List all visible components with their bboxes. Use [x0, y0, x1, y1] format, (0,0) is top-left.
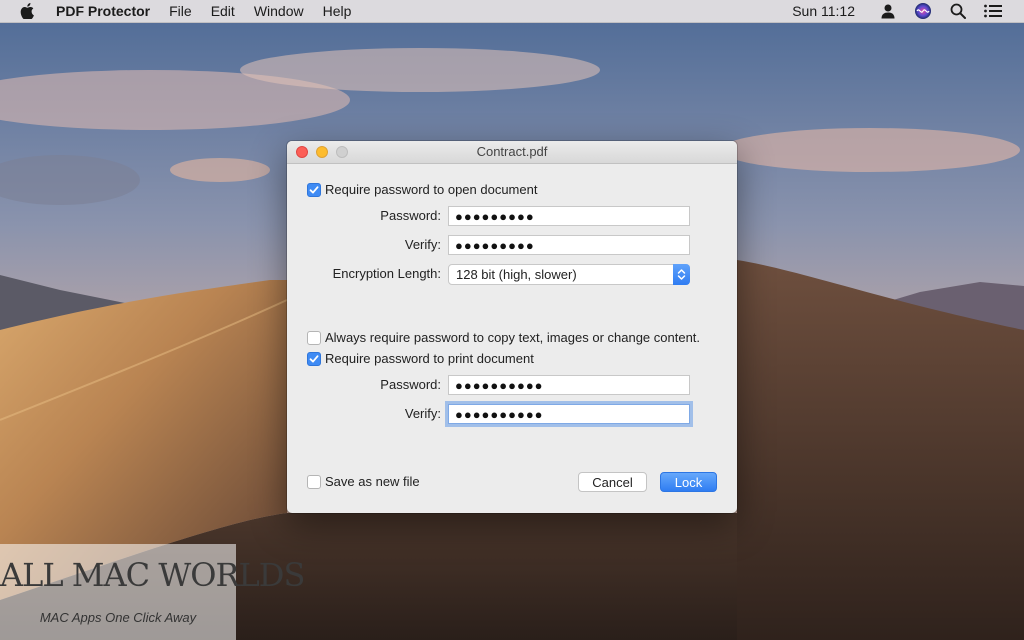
open-verify-label: Verify:	[404, 237, 441, 252]
encryption-length-label: Encryption Length:	[332, 266, 441, 281]
search-icon[interactable]	[949, 2, 967, 20]
require-print-password-label[interactable]: Require password to print document	[325, 351, 534, 367]
menu-window[interactable]: Window	[254, 3, 304, 19]
cancel-button[interactable]: Cancel	[578, 472, 647, 492]
user-icon[interactable]	[879, 2, 897, 20]
lock-button[interactable]: Lock	[660, 472, 717, 492]
window-title: Contract.pdf	[476, 144, 548, 159]
encryption-length-value: 128 bit (high, slower)	[456, 267, 577, 282]
window-titlebar[interactable]: Contract.pdf	[287, 141, 737, 164]
open-verify-field[interactable]	[448, 235, 690, 255]
always-require-password-checkbox[interactable]	[307, 331, 321, 345]
up-down-chevron-icon	[673, 264, 690, 285]
always-require-password-label[interactable]: Always require password to copy text, im…	[325, 330, 700, 346]
save-as-new-file-checkbox[interactable]	[307, 475, 321, 489]
open-password-field[interactable]	[448, 206, 690, 226]
save-as-new-file-label[interactable]: Save as new file	[325, 474, 420, 490]
encryption-length-select[interactable]: 128 bit (high, slower)	[448, 264, 690, 285]
menu-edit[interactable]: Edit	[211, 3, 235, 19]
menu-file[interactable]: File	[169, 3, 192, 19]
checkmark-icon	[309, 355, 319, 363]
print-password-label: Password:	[380, 377, 441, 392]
siri-icon[interactable]	[914, 2, 932, 20]
require-print-password-checkbox[interactable]	[307, 352, 321, 366]
list-icon[interactable]	[984, 2, 1002, 20]
apple-menu-icon[interactable]	[20, 3, 36, 19]
print-password-field[interactable]	[448, 375, 690, 395]
watermark-title: ALL MAC WORLDS	[0, 556, 305, 594]
checkmark-icon	[309, 186, 319, 194]
close-window-button[interactable]	[296, 146, 308, 158]
print-verify-field[interactable]	[448, 404, 690, 424]
protect-dialog-window: Contract.pdf Require password to open do…	[287, 141, 737, 513]
minimize-window-button[interactable]	[316, 146, 328, 158]
open-password-label: Password:	[380, 208, 441, 223]
menu-clock[interactable]: Sun 11:12	[792, 3, 855, 19]
zoom-window-button	[336, 146, 348, 158]
require-open-password-checkbox[interactable]	[307, 183, 321, 197]
menu-bar: PDF Protector File Edit Window Help Sun …	[0, 0, 1024, 23]
require-open-password-label[interactable]: Require password to open document	[325, 182, 537, 198]
watermark-subtitle: MAC Apps One Click Away	[39, 610, 197, 625]
menu-bar-status-area: Sun 11:12	[792, 0, 1024, 22]
print-verify-label: Verify:	[404, 406, 441, 421]
menu-help[interactable]: Help	[323, 3, 352, 19]
menu-app-name[interactable]: PDF Protector	[56, 3, 150, 19]
watermark-overlay: ALL MAC WORLDS MAC Apps One Click Away	[0, 544, 305, 640]
